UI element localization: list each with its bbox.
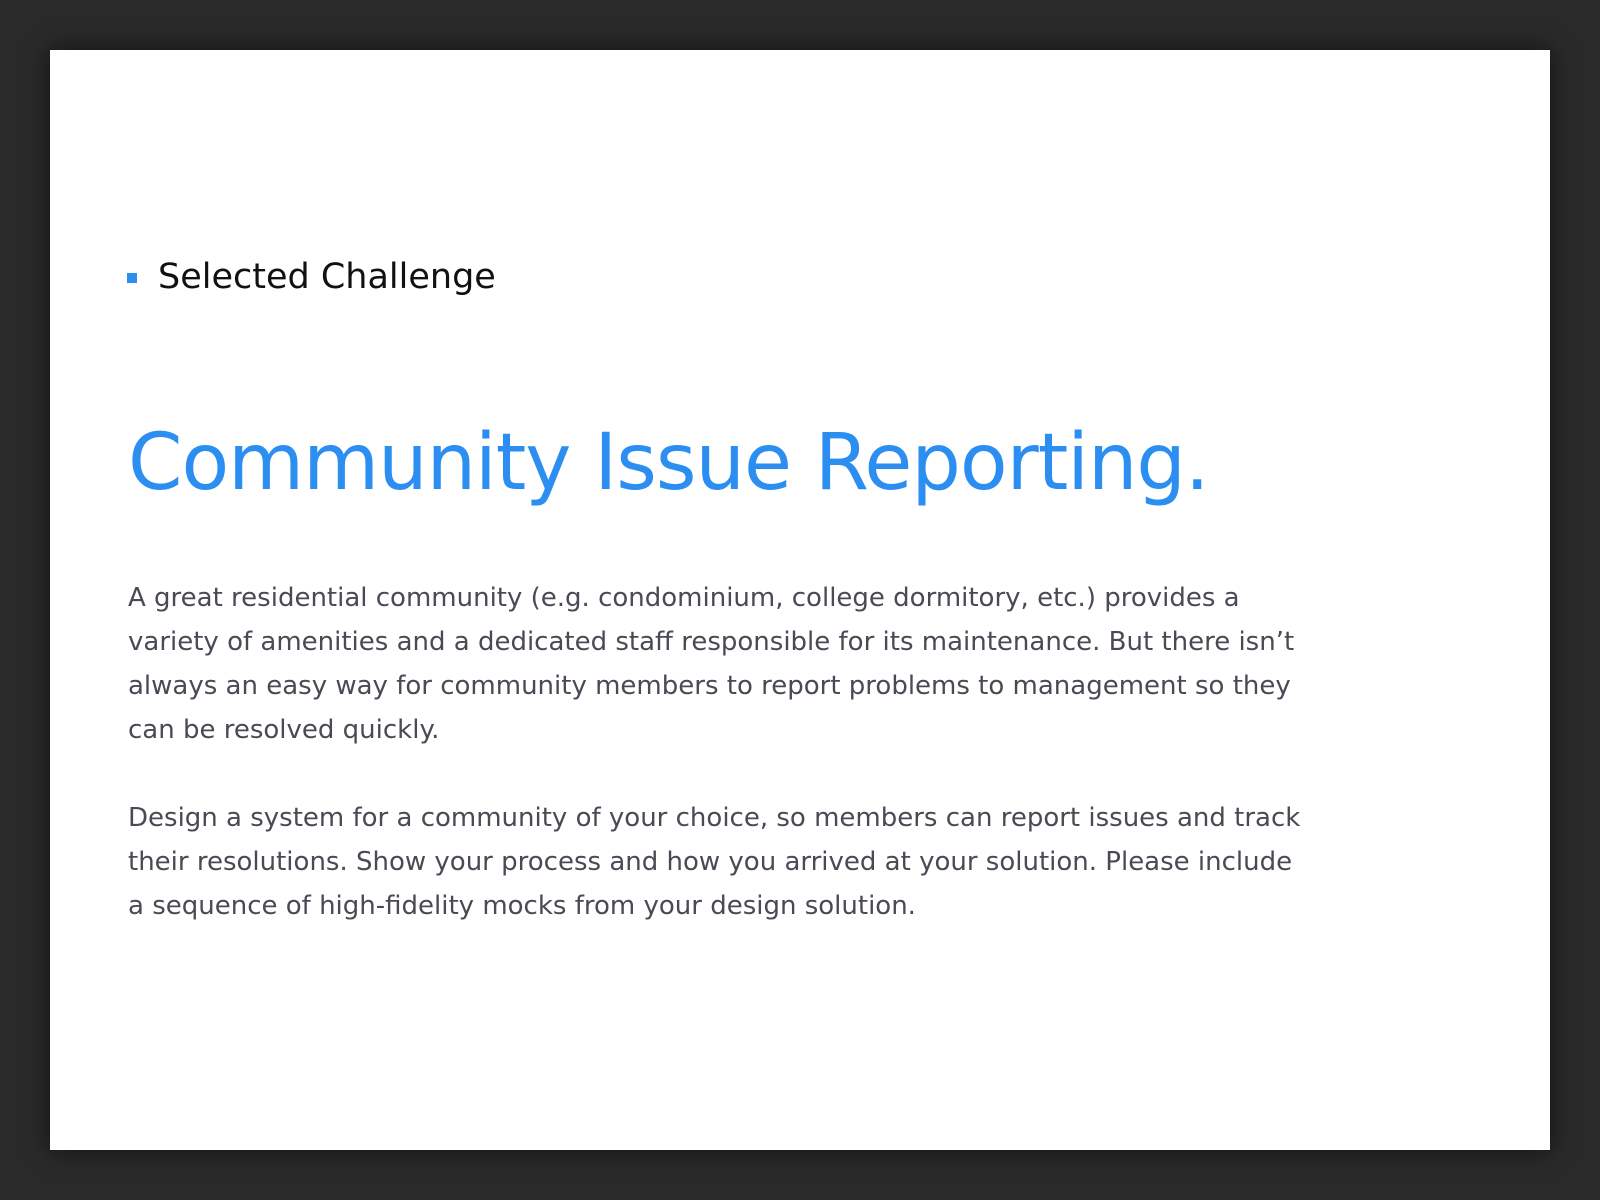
square-bullet-icon: [127, 272, 137, 283]
section-label: Selected Challenge: [127, 260, 496, 295]
challenge-description: A great residential community (e.g. cond…: [128, 576, 1308, 972]
paragraph-intro: A great residential community (e.g. cond…: [128, 583, 1295, 745]
section-label-text: Selected Challenge: [158, 257, 496, 297]
paragraph-task: Design a system for a community of your …: [128, 803, 1301, 921]
slide: Selected Challenge Community Issue Repor…: [50, 50, 1550, 1150]
page-title: Community Issue Reporting.: [128, 418, 1210, 508]
